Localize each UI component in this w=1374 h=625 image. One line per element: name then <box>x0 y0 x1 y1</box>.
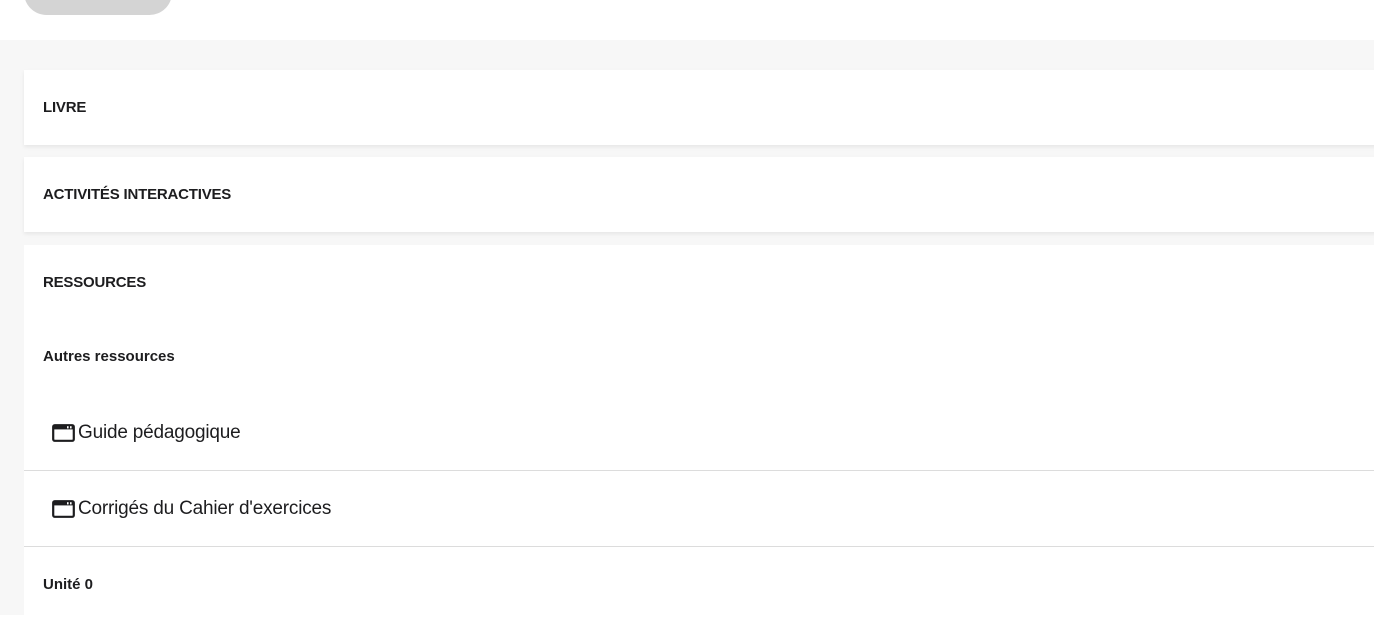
resource-item-label: Corrigés du Cahier d'exercices <box>78 498 332 519</box>
top-area <box>0 0 1374 40</box>
section-title-ressources[interactable]: RESSOURCES <box>43 274 146 291</box>
section-title-livre: LIVRE <box>43 99 87 116</box>
window-icon <box>52 424 75 442</box>
section-title-activites: ACTIVITÉS INTERACTIVES <box>43 186 232 203</box>
divider <box>24 546 1374 547</box>
section-livre[interactable]: LIVRE <box>24 70 1374 145</box>
window-icon <box>52 500 75 518</box>
group-title-unite-0[interactable]: Unité 0 <box>43 576 93 593</box>
group-title-autres-ressources: Autres ressources <box>43 348 175 365</box>
resource-item-corriges[interactable]: Corrigés du Cahier d'exercices <box>24 471 1374 547</box>
back-button[interactable] <box>24 0 172 15</box>
section-ressources: RESSOURCES Autres ressources Guide pédag… <box>24 245 1374 625</box>
section-activites-interactives[interactable]: ACTIVITÉS INTERACTIVES <box>24 157 1374 232</box>
resource-item-label: Guide pédagogique <box>78 422 241 443</box>
resource-item-guide[interactable]: Guide pédagogique <box>24 395 1374 471</box>
